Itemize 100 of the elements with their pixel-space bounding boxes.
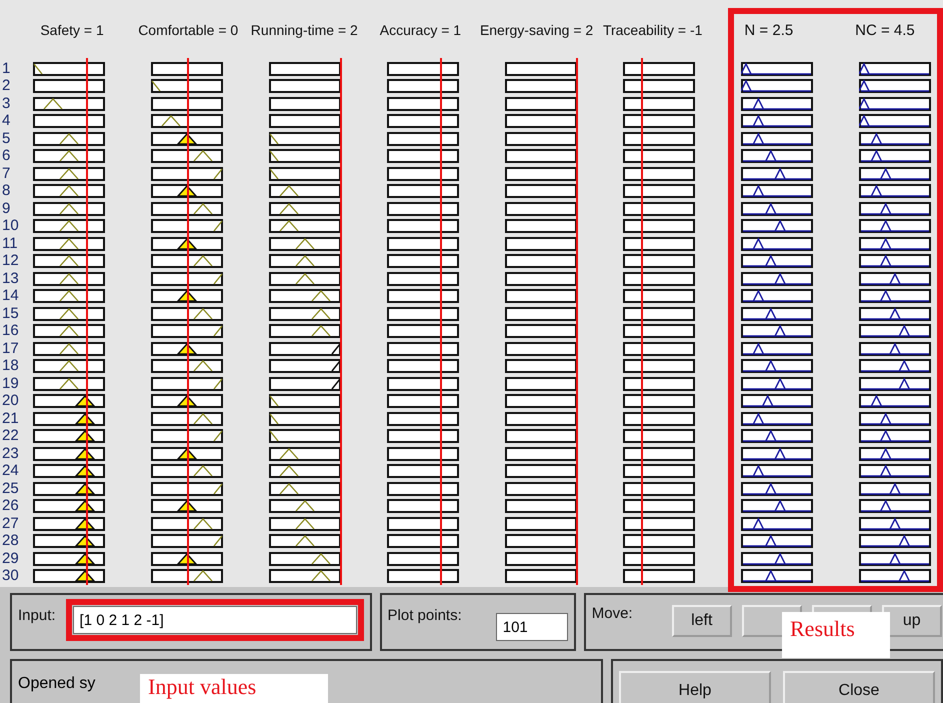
membership-plot bbox=[505, 376, 577, 391]
output-membership-plot bbox=[859, 446, 931, 461]
output-membership-plot bbox=[741, 149, 813, 164]
membership-plot bbox=[623, 412, 695, 426]
input-label: Input: bbox=[18, 607, 56, 624]
membership-plot bbox=[505, 79, 577, 94]
membership-plot bbox=[269, 359, 341, 374]
membership-plot bbox=[151, 359, 223, 374]
membership-plot bbox=[33, 552, 105, 566]
membership-plot bbox=[623, 114, 695, 128]
membership-plot bbox=[505, 516, 577, 531]
output-membership-plot bbox=[741, 446, 813, 461]
dialog-button[interactable]: Help bbox=[619, 671, 771, 703]
move-button[interactable]: left bbox=[672, 605, 732, 637]
membership-plot bbox=[269, 534, 341, 548]
membership-plot bbox=[33, 289, 105, 304]
dialog-button[interactable]: Close bbox=[783, 671, 935, 703]
output-membership-plot bbox=[859, 516, 931, 531]
membership-plot bbox=[387, 552, 459, 566]
rule-number: 19 bbox=[1, 376, 20, 391]
membership-plot bbox=[505, 96, 577, 111]
membership-plot bbox=[505, 114, 577, 128]
membership-plot bbox=[505, 166, 577, 181]
membership-plot bbox=[505, 394, 577, 408]
membership-plot bbox=[269, 376, 341, 391]
membership-plot bbox=[269, 499, 341, 514]
membership-plot bbox=[505, 324, 577, 338]
output-membership-plot bbox=[741, 516, 813, 531]
membership-plot bbox=[387, 464, 459, 478]
membership-plot bbox=[151, 394, 223, 408]
membership-plot bbox=[269, 552, 341, 566]
membership-plot bbox=[269, 569, 341, 584]
membership-plot bbox=[269, 412, 341, 426]
membership-plot bbox=[33, 429, 105, 444]
rule-number: 6 bbox=[1, 149, 12, 164]
membership-plot bbox=[269, 202, 341, 216]
membership-plot bbox=[505, 184, 577, 198]
membership-plot bbox=[151, 324, 223, 338]
membership-plot bbox=[269, 166, 341, 181]
output-membership-plot bbox=[859, 306, 931, 321]
membership-plot bbox=[269, 516, 341, 531]
output-membership-plot bbox=[741, 552, 813, 566]
annotation-tooltip: Results bbox=[782, 612, 890, 658]
membership-plot bbox=[623, 289, 695, 304]
membership-plot bbox=[505, 412, 577, 426]
membership-plot bbox=[151, 412, 223, 426]
output-membership-plot bbox=[859, 464, 931, 478]
membership-plot bbox=[623, 62, 695, 76]
membership-plot bbox=[387, 289, 459, 304]
rule-number: 30 bbox=[1, 569, 20, 584]
membership-plot bbox=[269, 79, 341, 94]
membership-plot bbox=[387, 429, 459, 444]
membership-plot bbox=[269, 324, 341, 338]
membership-plot bbox=[623, 376, 695, 391]
rule-number: 11 bbox=[1, 236, 19, 251]
rule-number: 7 bbox=[1, 166, 12, 181]
membership-plot bbox=[151, 96, 223, 111]
rule-number: 15 bbox=[1, 306, 20, 321]
membership-plot bbox=[151, 62, 223, 76]
membership-plot bbox=[269, 306, 341, 321]
membership-plot bbox=[505, 359, 577, 374]
membership-plot bbox=[387, 394, 459, 408]
membership-plot bbox=[151, 184, 223, 198]
membership-plot bbox=[151, 306, 223, 321]
output-membership-plot bbox=[741, 569, 813, 584]
membership-plot bbox=[387, 166, 459, 181]
output-membership-plot bbox=[859, 552, 931, 566]
membership-plot bbox=[505, 569, 577, 584]
output-membership-plot bbox=[741, 376, 813, 391]
output-membership-plot bbox=[741, 306, 813, 321]
membership-plot bbox=[33, 254, 105, 268]
output-membership-plot bbox=[741, 62, 813, 76]
membership-plot bbox=[269, 482, 341, 496]
output-membership-plot bbox=[741, 96, 813, 111]
input-field[interactable]: [1 0 2 1 2 -1] bbox=[72, 606, 357, 634]
input-variable-label: Comfortable = 0 bbox=[137, 22, 240, 38]
output-membership-plot bbox=[741, 394, 813, 408]
membership-plot bbox=[151, 166, 223, 181]
plot-points-field[interactable]: 101 bbox=[496, 613, 568, 641]
membership-plot bbox=[623, 132, 695, 146]
membership-plot bbox=[33, 324, 105, 338]
rule-number: 12 bbox=[1, 254, 20, 268]
membership-plot bbox=[269, 236, 341, 251]
membership-plot bbox=[151, 552, 223, 566]
membership-plot bbox=[623, 236, 695, 251]
membership-plot bbox=[505, 254, 577, 268]
rule-number: 23 bbox=[1, 446, 20, 461]
membership-plot bbox=[623, 202, 695, 216]
membership-plot bbox=[33, 516, 105, 531]
membership-plot bbox=[623, 394, 695, 408]
membership-plot bbox=[33, 184, 105, 198]
membership-plot bbox=[387, 359, 459, 374]
membership-plot bbox=[269, 289, 341, 304]
output-membership-plot bbox=[741, 236, 813, 251]
output-membership-plot bbox=[859, 132, 931, 146]
membership-plot bbox=[505, 149, 577, 164]
membership-plot bbox=[505, 482, 577, 496]
membership-plot bbox=[269, 96, 341, 111]
membership-plot bbox=[623, 184, 695, 198]
highlighted-input-field[interactable]: [1 0 2 1 2 -1] bbox=[66, 599, 364, 641]
